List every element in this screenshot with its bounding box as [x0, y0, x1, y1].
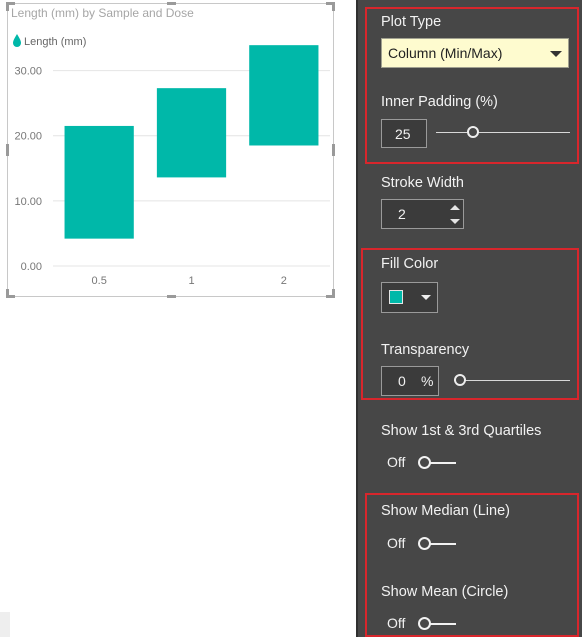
inner-padding-slider-track[interactable] — [436, 132, 570, 133]
chevron-down-icon — [550, 51, 562, 57]
bar-1[interactable] — [156, 88, 227, 178]
mean-label: Show Mean (Circle) — [381, 584, 509, 600]
chart-plot: Length (mm) by Sample and Dose Length (m… — [11, 6, 330, 287]
mean-toggle[interactable]: Off — [387, 615, 457, 633]
x-tick-label: 2 — [281, 275, 287, 287]
stroke-width-label: Stroke Width — [381, 175, 464, 191]
bar-0.5[interactable] — [64, 125, 134, 239]
resize-handle-top-left-v[interactable] — [6, 2, 9, 11]
y-tick-label: 0.00 — [21, 261, 42, 273]
plot-type-dropdown[interactable]: Column (Min/Max) — [381, 38, 569, 68]
format-pane: Plot Type Column (Min/Max) Inner Padding… — [356, 0, 582, 637]
resize-handle-bottom-right-v[interactable] — [332, 289, 335, 298]
toggle-track — [430, 462, 456, 464]
y-tick-label: 10.00 — [14, 196, 42, 208]
resize-handle-bottom-left-v[interactable] — [6, 289, 9, 298]
median-label: Show Median (Line) — [381, 503, 510, 519]
toggle-track — [430, 623, 456, 625]
toggle-track — [430, 543, 456, 545]
canvas-corner — [0, 612, 10, 637]
x-tick-label: 0.5 — [92, 275, 107, 287]
quartiles-label: Show 1st & 3rd Quartiles — [381, 423, 542, 439]
y-tick-label: 30.00 — [14, 66, 42, 78]
resize-handle-bottom[interactable] — [167, 295, 176, 298]
plot-type-value: Column (Min/Max) — [388, 45, 503, 61]
plot-type-label: Plot Type — [381, 14, 442, 30]
chevron-down-icon — [421, 295, 431, 300]
y-tick-label: 20.00 — [14, 131, 42, 143]
median-toggle[interactable]: Off — [387, 535, 457, 553]
color-swatch-icon — [389, 290, 403, 304]
fill-color-picker[interactable] — [381, 282, 438, 313]
stroke-width-stepper[interactable]: 2 — [381, 199, 464, 229]
transparency-value: 0 — [398, 373, 406, 389]
inner-padding-slider-thumb[interactable] — [466, 126, 479, 138]
stroke-width-value: 2 — [398, 206, 406, 222]
legend-marker-icon — [13, 34, 21, 47]
inner-padding-value: 25 — [395, 126, 411, 142]
mean-state: Off — [387, 615, 406, 631]
legend-label: Length (mm) — [24, 36, 86, 48]
quartiles-toggle[interactable]: Off — [387, 454, 457, 472]
inner-padding-label: Inner Padding (%) — [381, 94, 498, 110]
fill-color-label: Fill Color — [381, 256, 439, 272]
resize-handle-right[interactable] — [332, 144, 335, 156]
chart-visual[interactable]: Length (mm) by Sample and Dose Length (m… — [6, 2, 335, 298]
quartiles-state: Off — [387, 454, 406, 470]
median-state: Off — [387, 535, 406, 551]
transparency-unit: % — [421, 373, 434, 389]
transparency-label: Transparency — [381, 342, 470, 358]
transparency-slider-thumb[interactable] — [454, 374, 466, 386]
resize-handle-top[interactable] — [167, 2, 176, 5]
transparency-slider-track[interactable] — [454, 380, 570, 381]
bar-2[interactable] — [249, 45, 319, 146]
resize-handle-top-right-v[interactable] — [332, 2, 335, 11]
inner-padding-input[interactable]: 25 — [381, 119, 427, 148]
x-tick-label: 1 — [188, 275, 194, 287]
spin-up-icon[interactable] — [450, 205, 460, 210]
spin-down-icon[interactable] — [450, 219, 460, 224]
transparency-input[interactable]: 0 % — [381, 366, 439, 396]
chart-title: Length (mm) by Sample and Dose — [11, 6, 194, 20]
resize-handle-left[interactable] — [6, 144, 9, 156]
